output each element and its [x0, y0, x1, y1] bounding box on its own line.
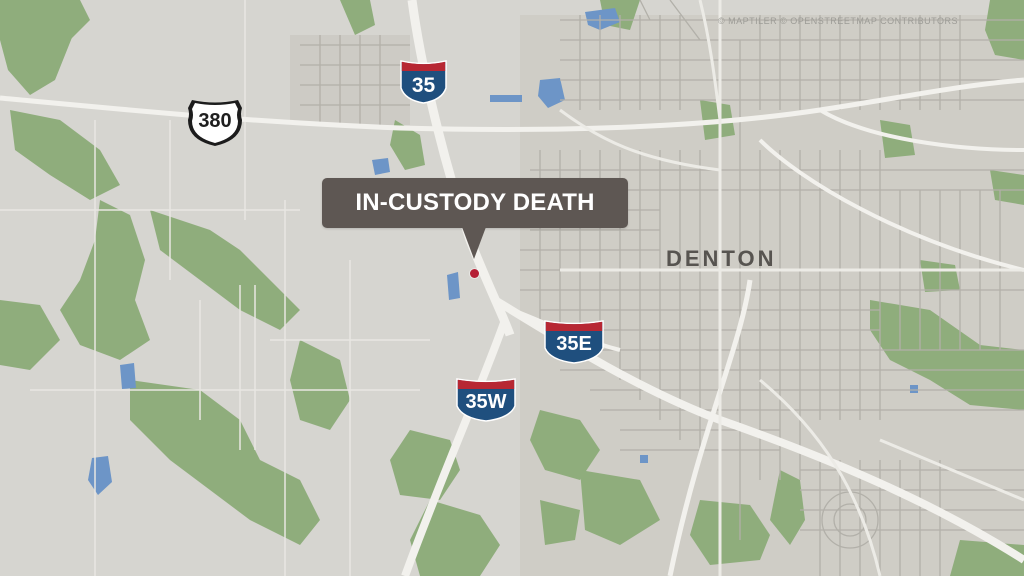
- shield-label: 380: [198, 110, 232, 132]
- interstate-35e-shield: 35E: [544, 320, 604, 364]
- interstate-35-shield: 35: [400, 60, 447, 104]
- city-label: DENTON: [666, 246, 777, 271]
- incident-callout[interactable]: IN-CUSTODY DEATH: [322, 178, 628, 228]
- map-attribution[interactable]: © MAPTILER © OPENSTREETMAP CONTRIBUTORS: [718, 16, 958, 26]
- incident-location-marker[interactable]: [470, 269, 479, 278]
- map-canvas: [0, 0, 1024, 576]
- map-view[interactable]: © MAPTILER © OPENSTREETMAP CONTRIBUTORS …: [0, 0, 1024, 576]
- shield-label: 35: [411, 74, 436, 97]
- shield-label: 35W: [465, 391, 507, 413]
- callout-pointer: [462, 227, 486, 259]
- shield-label: 35E: [556, 333, 592, 355]
- us-380-shield: 380: [186, 98, 244, 148]
- interstate-35w-shield: 35W: [456, 378, 516, 422]
- incident-callout-label: IN-CUSTODY DEATH: [355, 189, 595, 216]
